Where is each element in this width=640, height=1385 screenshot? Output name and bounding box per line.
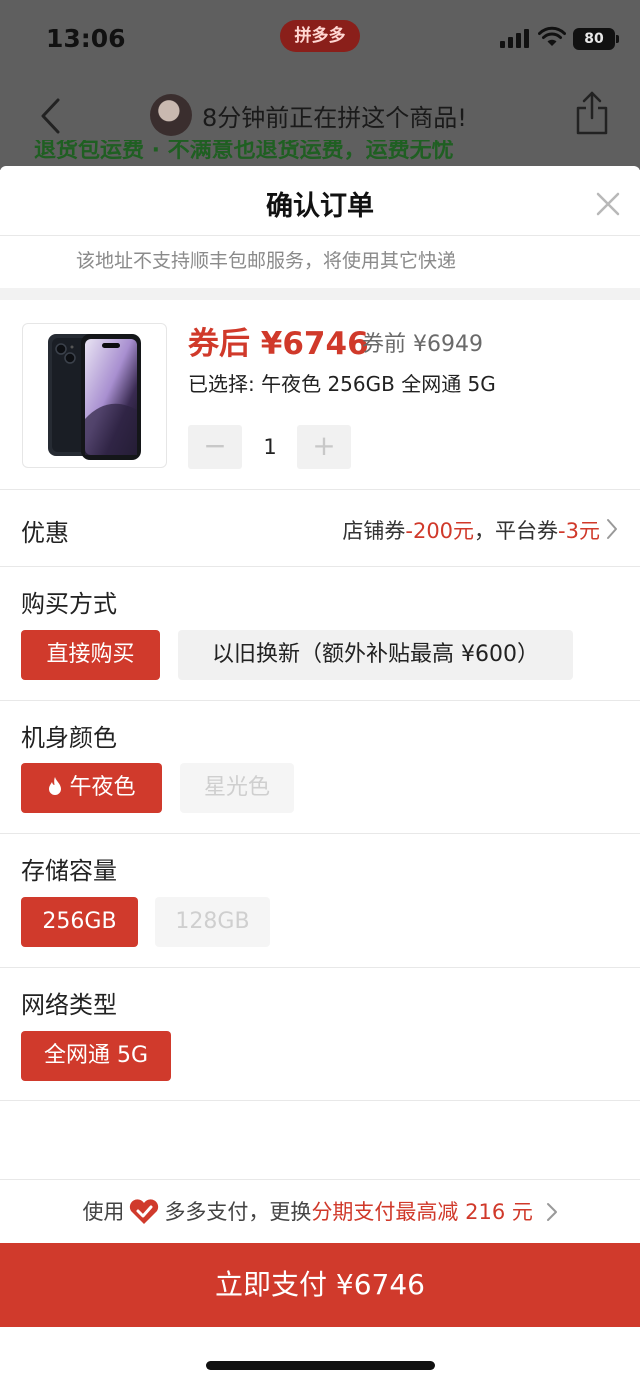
address-note: 该地址不支持顺丰包邮服务，将使用其它快递 <box>76 250 457 272</box>
store-coupon-value: -200元 <box>405 519 475 543</box>
platform-coupon-value: -3元 <box>558 519 600 543</box>
status-time: 13:06 <box>46 24 126 53</box>
status-bar: 13:06 拼多多 80 <box>0 0 640 76</box>
divider <box>0 700 640 701</box>
wifi-icon <box>538 26 566 46</box>
divider <box>0 235 640 236</box>
promo-separator: ， <box>474 519 496 543</box>
color-midnight-label: 午夜色 <box>69 775 136 800</box>
background-overlay: 13:06 拼多多 80 8分钟前正在拼这个商品! 退货包运费 · 不满意也退货… <box>0 0 640 170</box>
color-label: 机身颜色 <box>21 724 117 752</box>
option-trade-in[interactable]: 以旧换新（额外补贴最高 ¥600） <box>178 630 573 680</box>
option-network-5g[interactable]: 全网通 5G <box>21 1031 171 1081</box>
back-icon[interactable] <box>36 96 66 136</box>
platform-coupon-label: 平台券 <box>495 519 559 543</box>
quantity-minus-button[interactable]: − <box>188 425 242 469</box>
divider <box>0 566 640 567</box>
option-storage-256[interactable]: 256GB <box>21 897 138 947</box>
selected-spec: 已选择: 午夜色 256GB 全网通 5G <box>188 372 496 396</box>
installment-highlight: 分期支付最高减 216 元 <box>311 1200 533 1224</box>
storage-label: 存储容量 <box>21 857 117 885</box>
phone-image <box>48 334 141 460</box>
service-strip: 退货包运费 · 不满意也退货运费，运费无忧 <box>0 140 640 166</box>
quantity-plus-button[interactable]: + <box>297 425 351 469</box>
store-coupon-label: 店铺券 <box>342 519 406 543</box>
payment-note-prefix: 使用 <box>82 1200 125 1224</box>
divider <box>0 1179 640 1180</box>
battery-icon: 80 <box>573 28 619 50</box>
viewing-text: 8分钟前正在拼这个商品! <box>202 104 467 132</box>
divider <box>0 967 640 968</box>
order-sheet: 确认订单 该地址不支持顺丰包邮服务，将使用其它快递 券后 ¥6746 券前 ¥6… <box>0 166 640 1385</box>
promo-label: 优惠 <box>21 519 69 547</box>
price-after-coupon: 券后 ¥6746 <box>188 326 369 362</box>
price-before-coupon: 券前 ¥6949 <box>362 332 483 357</box>
pay-now-button[interactable]: 立即支付 ¥6746 <box>0 1243 640 1327</box>
option-color-midnight[interactable]: 午夜色 <box>21 763 162 813</box>
divider <box>0 833 640 834</box>
quantity-value: 1 <box>263 435 277 459</box>
divider <box>0 489 640 490</box>
share-icon[interactable] <box>574 90 610 136</box>
product-thumbnail <box>22 323 167 468</box>
promo-detail[interactable]: 店铺券-200元，平台券-3元 <box>342 515 600 545</box>
close-icon[interactable] <box>594 190 622 218</box>
flame-icon <box>49 777 62 795</box>
purchase-method-label: 购买方式 <box>21 590 117 618</box>
app-badge: 拼多多 <box>280 20 360 52</box>
payment-method-note[interactable]: 使用 多多支付，更换分期支付最高减 216 元 <box>0 1196 640 1226</box>
duoduo-pay-icon <box>130 1199 159 1224</box>
network-label: 网络类型 <box>21 991 117 1019</box>
payment-note-middle: 多多支付，更换 <box>164 1200 312 1224</box>
avatar <box>150 94 192 136</box>
option-storage-128[interactable]: 128GB <box>155 897 270 947</box>
section-gap <box>0 288 640 300</box>
signal-icon <box>500 28 529 48</box>
chevron-right-icon[interactable] <box>606 518 618 540</box>
chevron-right-icon <box>546 1203 557 1221</box>
service-strip-text: 退货包运费 · 不满意也退货运费，运费无忧 <box>34 140 454 163</box>
option-direct-buy[interactable]: 直接购买 <box>21 630 160 680</box>
option-color-starlight[interactable]: 星光色 <box>180 763 294 813</box>
divider <box>0 1100 640 1101</box>
home-indicator <box>206 1361 435 1370</box>
sheet-title: 确认订单 <box>266 191 374 222</box>
